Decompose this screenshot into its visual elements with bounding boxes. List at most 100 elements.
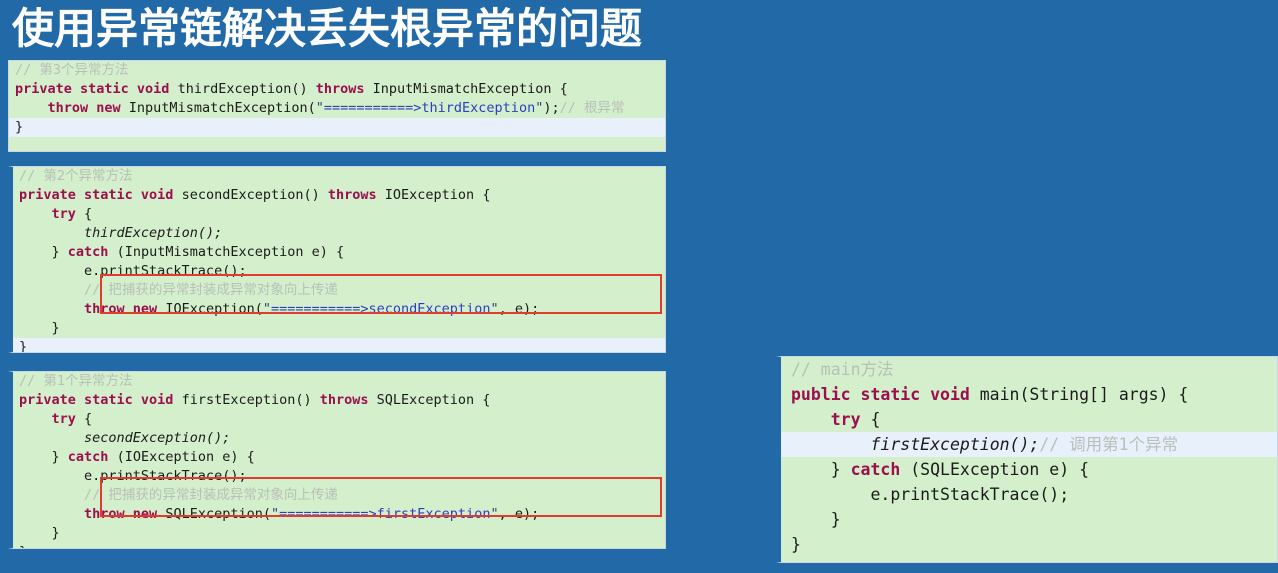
code-line: // 第3个异常方法 [9,61,665,80]
code-token: } [19,544,27,548]
code-token: InputMismatchException { [372,81,568,97]
code-token: // main方法 [791,360,894,379]
code-token: thirdException(); [84,225,223,241]
code-token: // 第1个异常方法 [19,373,133,389]
code-token: // 第2个异常方法 [19,168,133,184]
code-line: try { [13,410,665,429]
code-lines-first-exception: // 第1个异常方法 private static void firstExcep… [13,372,665,548]
code-token: ); [543,100,560,116]
code-token: throw new [84,301,166,317]
code-token: throws [319,392,377,408]
code-token: private static void [15,81,178,97]
code-token: IOException( [165,301,263,317]
code-line: throw new SQLException("===========>firs… [13,505,665,524]
code-token: } [791,510,841,529]
code-lines-main-method: // main方法 public static void main(String[… [781,357,1277,557]
code-token: } [15,119,24,135]
code-token: thirdException() [177,81,316,97]
code-token: " [490,301,499,317]
code-line: thirdException(); [13,224,665,243]
code-token: // 根异常 [559,100,625,116]
code-token: secondException(); [84,430,231,446]
code-token: } [19,244,68,260]
code-token: private static void [19,187,182,203]
code-line: } [13,319,665,338]
code-token: catch [67,244,117,260]
code-line: } catch (IOException e) { [13,448,665,467]
code-line: } catch (InputMismatchException e) { [13,243,665,262]
code-line: // 把捕获的异常封装成异常对象向上传递 [13,281,665,300]
code-token: throws [327,187,385,203]
code-line: private static void firstException() thr… [13,391,665,410]
code-token: throws [315,81,373,97]
code-lines-third-exception: // 第3个异常方法 private static void thirdExcep… [9,61,665,137]
code-token: { [84,206,93,222]
code-token: throw new [47,100,129,116]
code-token: (SQLException e) { [910,460,1090,479]
code-token: // 第3个异常方法 [15,62,129,78]
code-block-main-method: // main方法 public static void main(String[… [776,356,1278,563]
code-token: } [19,339,28,353]
code-line: e.printStackTrace(); [13,467,665,486]
code-token: main(String[] args) { [979,385,1189,404]
code-token: // 把捕获的异常封装成异常对象向上传递 [84,282,338,298]
code-token: InputMismatchException( [128,100,316,116]
code-line: try { [13,205,665,224]
code-token: try [830,410,871,429]
code-token: // 调用第1个异常 [1039,435,1179,454]
code-token: } [19,320,60,336]
code-token: try [51,206,85,222]
code-line: private static void secondException() th… [13,186,665,205]
code-token: (InputMismatchException e) { [116,244,345,260]
code-token: // 把捕获的异常封装成异常对象向上传递 [84,487,338,503]
code-token: e.printStackTrace(); [791,485,1070,504]
code-token: IOException { [384,187,491,203]
code-line: } [13,543,665,548]
code-token: , e); [498,301,540,317]
code-lines-second-exception: // 第2个异常方法 private static void secondExce… [13,167,665,353]
code-line: } [13,524,665,543]
code-token: secondException() [181,187,328,203]
code-line: // main方法 [781,357,1277,382]
code-token: throw new [84,506,166,522]
code-line: private static void thirdException() thr… [9,80,665,99]
code-token: , e); [498,506,540,522]
code-token: public static void [791,385,980,404]
code-token: " [262,301,271,317]
code-line: e.printStackTrace(); [13,262,665,281]
code-token: private static void [19,392,182,408]
code-line: } [9,118,665,137]
code-line: // 第2个异常方法 [13,167,665,186]
code-line: public static void main(String[] args) { [781,382,1277,407]
code-token: " [270,506,280,522]
code-token: ===========>secondException [271,301,491,317]
code-block-first-exception: // 第1个异常方法 private static void firstExcep… [8,371,666,549]
code-token: { [870,410,881,429]
code-token: " [490,506,499,522]
code-token: SQLException( [165,506,271,522]
code-token: firstException(); [870,435,1040,454]
code-line: // 把捕获的异常封装成异常对象向上传递 [13,486,665,505]
code-token: firstException() [181,392,320,408]
code-token: " [315,100,324,116]
code-line: } [781,507,1277,532]
code-token: try [51,411,85,427]
code-line: } catch (SQLException e) { [781,457,1277,482]
page-title: 使用异常链解决丢失根异常的问题 [12,4,643,53]
code-token: (IOException e) { [116,449,255,465]
code-token: ===========>thirdException [323,100,536,116]
code-block-second-exception: // 第2个异常方法 private static void secondExce… [8,166,666,353]
code-line: } [13,338,665,353]
code-token: } [19,525,60,541]
code-token: SQLException { [376,392,491,408]
code-line: e.printStackTrace(); [781,482,1277,507]
